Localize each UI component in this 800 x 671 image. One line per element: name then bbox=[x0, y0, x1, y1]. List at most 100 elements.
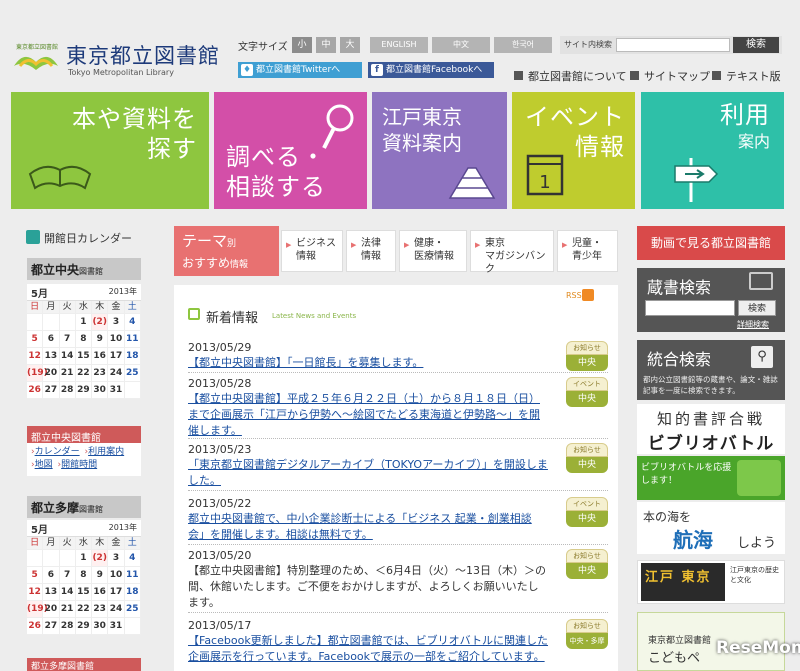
edo-tokyo-caption: 江戸東京の歴史と文化 bbox=[730, 566, 779, 584]
news-text: 【都立中央図書館】特別整理のため、＜6月4日（火）～13日（木）＞の間、休館いた… bbox=[188, 564, 546, 609]
news-badge: お知らせ 中央 bbox=[566, 443, 608, 473]
central-hours-link[interactable]: 開館時間 bbox=[61, 460, 97, 470]
calendar-dow: 金 bbox=[108, 537, 125, 550]
calendar-day: 30 bbox=[92, 618, 109, 635]
news-badge: イベント 中央 bbox=[566, 377, 608, 407]
news-badge-type: お知らせ bbox=[566, 341, 608, 355]
facebook-icon: f bbox=[371, 64, 383, 76]
twitter-link[interactable]: ♦ 都立図書館Twitterへ bbox=[238, 62, 362, 78]
news-badge-type: お知らせ bbox=[566, 443, 608, 457]
theme-law[interactable]: ▶ 法律 情報 bbox=[346, 230, 396, 272]
theme-business[interactable]: ▶ ビジネス 情報 bbox=[281, 230, 343, 272]
central-name: 都立中央 bbox=[31, 263, 80, 277]
catalog-search-button[interactable]: 検索 bbox=[738, 300, 776, 316]
nav-about[interactable]: 都立図書館について bbox=[514, 68, 627, 84]
search-input[interactable] bbox=[616, 38, 730, 52]
news-subtitle: Latest News and Events bbox=[272, 312, 357, 320]
bibliobattle-banner[interactable]: 知的書評合戦 ビブリオバトル bbox=[637, 404, 785, 454]
theme-health[interactable]: ▶ 健康・ 医療情報 bbox=[399, 230, 467, 272]
font-size-medium-button[interactable]: 中 bbox=[316, 37, 336, 53]
calendar-day: 13 bbox=[43, 584, 60, 601]
calendar-day: 30 bbox=[92, 382, 109, 399]
lang-english-button[interactable]: ENGLISH bbox=[370, 37, 428, 53]
book-ocean-banner[interactable]: 本の海を 航海 しよう bbox=[637, 502, 785, 554]
tama-calendar-title: 都立多摩図書館 bbox=[27, 496, 141, 518]
search-button[interactable]: 検索 bbox=[733, 37, 779, 53]
news-link[interactable]: 【都立中央図書館】平成２５年６月２２日（土）から８月１８日（日）まで企画展示「江… bbox=[188, 391, 548, 439]
calendar-day: 3 bbox=[108, 550, 125, 567]
theme-title-b: 別 bbox=[227, 239, 237, 249]
news-badge-library: 中央・多摩 bbox=[566, 633, 608, 649]
theme-magazine-line2: マガジンバンク bbox=[485, 251, 546, 275]
book-ocean-text-a: 本の海を bbox=[643, 510, 692, 524]
news-date: 2013/05/20 bbox=[188, 549, 252, 562]
calendar-day: 11 bbox=[124, 567, 141, 584]
central-map-link[interactable]: 地図 bbox=[35, 460, 53, 470]
calendar-dow: 木 bbox=[92, 537, 109, 550]
calendar-dow: 月 bbox=[43, 301, 60, 314]
nav-text-version[interactable]: テキスト版 bbox=[712, 68, 781, 84]
tama-calendar-month: 5月 2013年 bbox=[27, 520, 141, 536]
font-size-label: 文字サイズ bbox=[238, 42, 288, 53]
central-calendar-grid: 日月火水木金土 1 (2) 3 4 5 6 7 8 9 10 11 12 13 14 15 16 17 18 (19)… bbox=[27, 300, 141, 399]
news-link[interactable]: 「東京都立図書館デジタルアーカイブ（TOKYOアーカイブ）」を開設しました。 bbox=[188, 457, 548, 489]
news-badge-library: 中央 bbox=[566, 457, 608, 473]
video-button[interactable]: 動画で見る都立図書館 bbox=[637, 226, 785, 260]
calendar-day: 31 bbox=[108, 382, 125, 399]
calendar-day: 21 bbox=[59, 601, 76, 618]
lang-chinese-button[interactable]: 中文 bbox=[432, 37, 490, 53]
news-link[interactable]: 【都立中央図書館】「一日館長」を募集します。 bbox=[188, 355, 548, 371]
news-badge-type: お知らせ bbox=[566, 619, 608, 633]
calendar-day: 14 bbox=[59, 348, 76, 365]
nav-sitemap[interactable]: サイトマップ bbox=[630, 68, 710, 84]
edo-tokyo-banner[interactable]: 江戸 東京 江戸東京の歴史と文化 bbox=[637, 560, 785, 604]
theme-title-a: テーマ bbox=[182, 232, 228, 250]
rss-link[interactable]: RSS bbox=[566, 291, 582, 300]
theme-title-c: おすすめ bbox=[182, 256, 231, 270]
calendar-day: 10 bbox=[108, 567, 125, 584]
calendar-day: 13 bbox=[43, 348, 60, 365]
calendar-dow: 金 bbox=[108, 301, 125, 314]
news-badge-library: 中央 bbox=[566, 563, 608, 579]
font-size-small-button[interactable]: 小 bbox=[292, 37, 312, 53]
tile-events[interactable]: イベント 情報 1 bbox=[512, 92, 635, 209]
rss-icon[interactable] bbox=[582, 289, 594, 301]
calendar-day: (2) bbox=[92, 314, 109, 331]
tile-usage-guide[interactable]: 利用 案内 bbox=[641, 92, 784, 209]
bibliobattle-support-banner[interactable]: ビブリオバトルを応援します！ bbox=[637, 456, 785, 500]
tile-use-line2: 案内 bbox=[737, 132, 770, 151]
calendar-dow: 火 bbox=[59, 537, 76, 550]
calendar-day bbox=[27, 550, 44, 567]
theme-magazine[interactable]: ▶ 東京 マガジンバンク bbox=[470, 230, 554, 275]
calendar-day: 12 bbox=[27, 348, 44, 365]
integrated-search-title: 統合検索 bbox=[647, 350, 712, 369]
advanced-search-link[interactable]: 詳細検索 bbox=[737, 319, 769, 330]
calendar-day: 6 bbox=[43, 567, 60, 584]
integrated-search-box[interactable]: 統合検索 ⚲ 都内公立図書館等の蔵書や、論文・雑誌記事を一度に検索できます。 bbox=[637, 340, 785, 400]
central-library-box: 都立中央図書館 ›カレンダー ›利用案内 ›地図 ›開館時間 bbox=[27, 426, 141, 476]
central-usage-link[interactable]: 利用案内 bbox=[88, 447, 124, 457]
arrow-icon: ▶ bbox=[475, 241, 481, 249]
lang-korean-button[interactable]: 한국어 bbox=[494, 37, 552, 53]
facebook-link[interactable]: f 都立図書館Facebookへ bbox=[368, 62, 494, 78]
calendar-day bbox=[27, 314, 44, 331]
news-badge: お知らせ 中央・多摩 bbox=[566, 619, 608, 649]
catalog-search-input[interactable] bbox=[645, 300, 735, 316]
site-logo[interactable]: 東京都立図書館 東京都立図書館 Tokyo Metropolitan Libra… bbox=[10, 36, 240, 86]
central-calendar-link[interactable]: カレンダー bbox=[35, 447, 80, 457]
theme-children[interactable]: ▶ 児童・ 青少年 bbox=[557, 230, 618, 272]
tile-find-materials[interactable]: 本や資料を 探す bbox=[11, 92, 209, 209]
bullet-icon bbox=[712, 71, 721, 80]
bibliobattle-title: ビブリオバトル bbox=[647, 434, 775, 454]
tama-year: 2013年 bbox=[108, 523, 137, 532]
news-link[interactable]: 都立中央図書館で、中小企業診断士による「ビジネス 起業・創業相談会」を開催します… bbox=[188, 511, 548, 543]
tile-consult[interactable]: 調べる・ 相談する bbox=[214, 92, 367, 209]
font-size-large-button[interactable]: 大 bbox=[340, 37, 360, 53]
news-link[interactable]: 【Facebook更新しました】都立図書館では、ビブリオバトルに関連した企画展示… bbox=[188, 633, 548, 665]
signpost-icon bbox=[674, 158, 719, 202]
calendar-day: 26 bbox=[27, 382, 44, 399]
tile-edo-tokyo[interactable]: 江戸東京 資料案内 bbox=[372, 92, 507, 209]
calendar-day: (2) bbox=[92, 550, 109, 567]
central-year: 2013年 bbox=[108, 287, 137, 296]
news-date: 2013/05/17 bbox=[188, 619, 252, 632]
